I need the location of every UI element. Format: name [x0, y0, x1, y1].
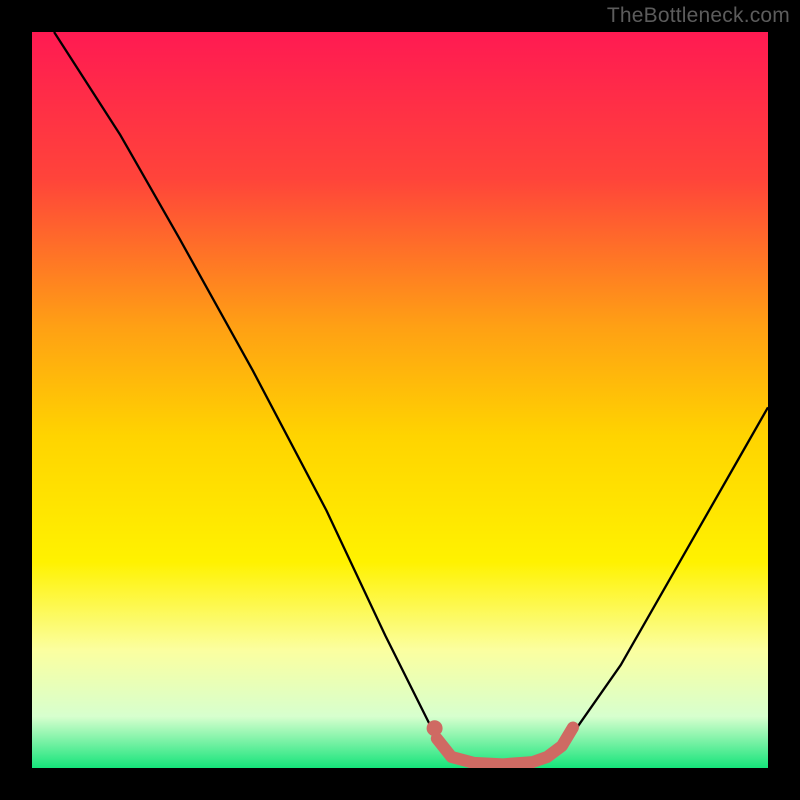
watermark-text: TheBottleneck.com [607, 4, 790, 28]
gradient-background [32, 32, 768, 768]
plot-area [32, 32, 768, 768]
chart-svg [32, 32, 768, 768]
sweet-spot-start-dot [427, 720, 443, 736]
chart-frame: TheBottleneck.com [0, 0, 800, 800]
